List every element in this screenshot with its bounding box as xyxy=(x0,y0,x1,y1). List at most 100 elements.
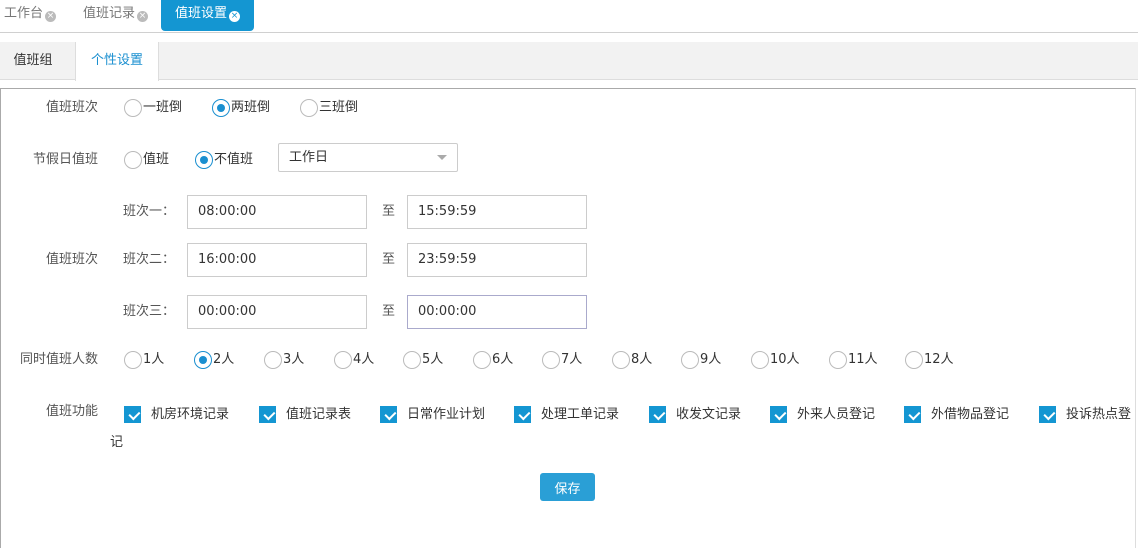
sub-tab-bar: 值班组 个性设置 xyxy=(0,42,1138,81)
close-icon[interactable]: × xyxy=(229,11,241,22)
checkbox-function-7[interactable]: 外借物品登记 xyxy=(904,403,1009,423)
radio-icon xyxy=(681,351,699,369)
checkbox-function-2[interactable]: 值班记录表 xyxy=(259,403,351,423)
radio-icon xyxy=(829,351,847,369)
checkbox-checked-icon xyxy=(770,406,787,423)
radio-people-2[interactable]: 2人 xyxy=(194,351,234,369)
to-label: 至 xyxy=(382,304,396,319)
to-label: 至 xyxy=(382,204,396,219)
radio-people-3[interactable]: 3人 xyxy=(264,351,304,369)
checkbox-checked-icon xyxy=(380,406,397,423)
shifts-label: 值班班次 xyxy=(45,252,98,267)
radio-label: 10人 xyxy=(770,352,800,367)
radio-people-10[interactable]: 10人 xyxy=(751,351,800,369)
checkbox-checked-icon xyxy=(1039,406,1056,423)
radio-label: 6人 xyxy=(492,352,514,367)
radio-icon xyxy=(124,351,142,369)
to-label: 至 xyxy=(382,252,396,267)
radio-icon xyxy=(612,351,630,369)
radio-people-8[interactable]: 8人 xyxy=(612,351,652,369)
radio-checked-icon xyxy=(194,351,212,369)
radio-label: 值班 xyxy=(143,152,170,167)
radio-icon xyxy=(300,99,318,117)
radio-label: 12人 xyxy=(924,352,954,367)
checkbox-checked-icon xyxy=(649,406,666,423)
radio-label: 不值班 xyxy=(214,152,254,167)
radio-people-5[interactable]: 5人 xyxy=(403,351,443,369)
tab-label: 值班设置 xyxy=(175,6,228,21)
radio-icon xyxy=(403,351,421,369)
radio-icon xyxy=(905,351,923,369)
tab-label: 值班记录 xyxy=(83,6,136,21)
tab-workbench[interactable]: 工作台 × xyxy=(4,0,57,31)
checkbox-function-3[interactable]: 日常作业计划 xyxy=(380,403,485,423)
radio-icon xyxy=(124,99,142,117)
checkbox-label: 日常作业计划 xyxy=(407,407,486,422)
shift-1-start-input[interactable]: 08:00:00 xyxy=(187,195,367,229)
radio-people-4[interactable]: 4人 xyxy=(334,351,374,369)
shift-2-label: 班次二： xyxy=(123,252,176,267)
shift-3-label: 班次三： xyxy=(123,304,176,319)
shift-3-start-input[interactable]: 00:00:00 xyxy=(187,295,367,329)
shift-1-label: 班次一： xyxy=(123,204,176,219)
radio-label: 4人 xyxy=(353,352,375,367)
radio-people-12[interactable]: 12人 xyxy=(905,351,954,369)
radio-label: 5人 xyxy=(422,352,444,367)
radio-people-11[interactable]: 11人 xyxy=(829,351,878,369)
radio-label: 1人 xyxy=(143,352,165,367)
checkbox-label: 外来人员登记 xyxy=(797,407,876,422)
holiday-label: 节假日值班 xyxy=(32,152,98,167)
checkbox-label: 收发文记录 xyxy=(676,407,742,422)
radio-icon xyxy=(751,351,769,369)
radio-people-6[interactable]: 6人 xyxy=(473,351,513,369)
radio-people-7[interactable]: 7人 xyxy=(542,351,582,369)
radio-holiday-duty[interactable]: 值班 xyxy=(124,151,169,169)
radio-icon xyxy=(334,351,352,369)
radio-icon xyxy=(264,351,282,369)
checkbox-function-5[interactable]: 收发文记录 xyxy=(649,403,741,423)
radio-label: 两班倒 xyxy=(231,100,271,115)
tab-duty-group[interactable]: 值班组 xyxy=(0,42,66,80)
radio-two-shift[interactable]: 两班倒 xyxy=(212,99,270,117)
checkbox-label: 处理工单记录 xyxy=(541,407,620,422)
radio-people-9[interactable]: 9人 xyxy=(681,351,721,369)
radio-label: 8人 xyxy=(631,352,653,367)
shift-3-end-input[interactable]: 00:00:00 xyxy=(407,295,587,329)
checkbox-function-6[interactable]: 外来人员登记 xyxy=(770,403,875,423)
radio-checked-icon xyxy=(212,99,230,117)
radio-holiday-no-duty[interactable]: 不值班 xyxy=(195,151,253,169)
checkbox-checked-icon xyxy=(124,406,141,423)
radio-three-shift[interactable]: 三班倒 xyxy=(300,99,358,117)
close-icon[interactable]: × xyxy=(45,11,57,22)
close-icon[interactable]: × xyxy=(137,11,149,22)
radio-label: 2人 xyxy=(213,352,235,367)
radio-one-shift[interactable]: 一班倒 xyxy=(124,99,182,117)
checkbox-label: 值班记录表 xyxy=(286,407,352,422)
functions-label: 值班功能 xyxy=(45,404,98,419)
radio-label: 一班倒 xyxy=(143,100,183,115)
checkbox-function-4[interactable]: 处理工单记录 xyxy=(514,403,619,423)
checkbox-function-1[interactable]: 机房环境记录 xyxy=(124,403,229,423)
radio-label: 9人 xyxy=(700,352,722,367)
tab-personal-settings[interactable]: 个性设置 xyxy=(75,42,159,81)
radio-label: 7人 xyxy=(561,352,583,367)
tab-duty-settings[interactable]: 值班设置 × xyxy=(161,0,255,31)
shift-1-end-input[interactable]: 15:59:59 xyxy=(407,195,587,229)
radio-people-1[interactable]: 1人 xyxy=(124,351,164,369)
save-button[interactable]: 保存 xyxy=(540,473,595,501)
holiday-day-select[interactable]: 工作日 xyxy=(278,143,458,172)
radio-icon xyxy=(473,351,491,369)
checkbox-function-8[interactable]: 投诉热点登 xyxy=(1039,403,1131,423)
tab-duty-records[interactable]: 值班记录 × xyxy=(83,0,149,31)
shift-2-end-input[interactable]: 23:59:59 xyxy=(407,243,587,277)
shift-mode-label: 值班班次 xyxy=(45,100,98,115)
top-tab-bar: 工作台 × 值班记录 × 值班设置 × xyxy=(0,0,1138,33)
radio-icon xyxy=(542,351,560,369)
select-value: 工作日 xyxy=(289,150,329,165)
checkbox-label: 机房环境记录 xyxy=(151,407,230,422)
radio-label: 3人 xyxy=(283,352,305,367)
radio-icon xyxy=(124,151,142,169)
checkbox-label: 外借物品登记 xyxy=(931,407,1010,422)
radio-label: 11人 xyxy=(848,352,878,367)
shift-2-start-input[interactable]: 16:00:00 xyxy=(187,243,367,277)
